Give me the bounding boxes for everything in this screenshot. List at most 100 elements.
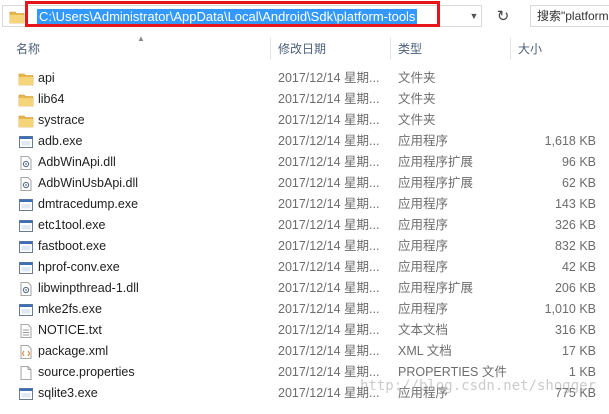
sort-ascending-icon: ▲ — [137, 34, 145, 43]
column-size[interactable]: 大小 — [518, 41, 542, 57]
file-icon — [18, 365, 34, 381]
file-name: etc1tool.exe — [38, 218, 106, 232]
file-date: 2017/12/14 星期... — [278, 176, 380, 190]
file-date: 2017/12/14 星期... — [278, 344, 380, 358]
column-divider[interactable] — [390, 38, 391, 60]
refresh-icon: ↻ — [496, 8, 510, 25]
file-row[interactable]: systrace 2017/12/14 星期... 文件夹 — [0, 110, 609, 131]
application-icon — [18, 239, 34, 255]
file-date: 2017/12/14 星期... — [278, 218, 380, 232]
application-icon — [18, 302, 34, 318]
file-row[interactable]: dmtracedump.exe 2017/12/14 星期... 应用程序 143 K… — [0, 194, 609, 215]
refresh-button[interactable]: ↻ — [492, 5, 514, 27]
file-row[interactable]: api 2017/12/14 星期... 文件夹 — [0, 68, 609, 89]
application-icon — [18, 260, 34, 276]
file-type: 文件夹 — [398, 113, 436, 127]
file-type: 应用程序扩展 — [398, 281, 474, 295]
file-name: hprof-conv.exe — [38, 260, 120, 274]
application-icon — [18, 218, 34, 234]
file-type: PROPERTIES 文件 — [398, 365, 507, 379]
file-date: 2017/12/14 星期... — [278, 281, 380, 295]
file-type: 应用程序 — [398, 302, 449, 316]
text-file-icon — [18, 323, 34, 339]
file-row[interactable]: source.properties 2017/12/14 星期... PROPERT… — [0, 362, 609, 383]
file-date: 2017/12/14 星期... — [278, 134, 380, 148]
file-name: fastboot.exe — [38, 239, 107, 253]
xml-file-icon — [18, 344, 34, 360]
file-size: 316 KB — [554, 323, 596, 337]
address-bar-row: C:\Users\Administrator\AppData\Local\And… — [0, 0, 609, 34]
file-name: api — [38, 71, 55, 85]
file-date: 2017/12/14 星期... — [278, 197, 380, 211]
file-name: adb.exe — [38, 134, 83, 148]
file-row[interactable]: lib64 2017/12/14 星期... 文件夹 — [0, 89, 609, 110]
file-type: 应用程序 — [398, 260, 449, 274]
file-date: 2017/12/14 星期... — [278, 323, 380, 337]
column-type[interactable]: 类型 — [398, 41, 422, 57]
file-size: 96 KB — [561, 155, 596, 169]
file-row[interactable]: libwinpthread-1.dll 2017/12/14 星期... 应用程序扩… — [0, 278, 609, 299]
file-row[interactable]: hprof-conv.exe 2017/12/14 星期... 应用程序 42 KB — [0, 257, 609, 278]
file-name: source.properties — [38, 365, 135, 379]
file-type: 应用程序 — [398, 239, 449, 253]
file-type: 应用程序扩展 — [398, 176, 474, 190]
file-name: package.xml — [38, 344, 109, 358]
application-icon — [18, 386, 34, 402]
file-row[interactable]: sqlite3.exe 2017/12/14 星期... 应用程序 775 KB — [0, 383, 609, 404]
file-name: AdbWinUsbApi.dll — [38, 176, 139, 190]
file-row[interactable]: AdbWinUsbApi.dll 2017/12/14 星期... 应用程序扩展 62… — [0, 173, 609, 194]
file-row[interactable]: mke2fs.exe 2017/12/14 星期... 应用程序 1,010 KB — [0, 299, 609, 320]
folder-icon — [18, 71, 34, 87]
file-date: 2017/12/14 星期... — [278, 260, 380, 274]
file-type: 文件夹 — [398, 92, 436, 106]
file-size: 326 KB — [554, 218, 596, 232]
file-name: lib64 — [38, 92, 65, 106]
file-type: 应用程序 — [398, 197, 449, 211]
dll-file-icon — [18, 176, 34, 192]
file-row[interactable]: adb.exe 2017/12/14 星期... 应用程序 1,618 KB — [0, 131, 609, 152]
file-type: XML 文档 — [398, 344, 452, 358]
file-size: 832 KB — [554, 239, 596, 253]
file-date: 2017/12/14 星期... — [278, 239, 380, 253]
file-date: 2017/12/14 星期... — [278, 365, 380, 379]
column-divider[interactable] — [510, 38, 511, 60]
search-input[interactable]: 搜索"platform — [530, 5, 609, 27]
file-type: 应用程序扩展 — [398, 155, 474, 169]
file-type: 文件夹 — [398, 71, 436, 85]
file-row[interactable]: NOTICE.txt 2017/12/14 星期... 文本文档 316 KB — [0, 320, 609, 341]
file-name: dmtracedump.exe — [38, 197, 139, 211]
folder-icon — [18, 113, 34, 129]
file-date: 2017/12/14 星期... — [278, 113, 380, 127]
file-size: 1,618 KB — [544, 134, 596, 148]
column-date[interactable]: 修改日期 — [278, 41, 326, 57]
file-row[interactable]: AdbWinApi.dll 2017/12/14 星期... 应用程序扩展 96 KB — [0, 152, 609, 173]
file-size: 1 KB — [568, 365, 596, 379]
column-divider[interactable] — [270, 38, 271, 60]
file-date: 2017/12/14 星期... — [278, 92, 380, 106]
address-dropdown-chevron-icon[interactable]: ▼ — [465, 6, 483, 26]
file-row[interactable]: fastboot.exe 2017/12/14 星期... 应用程序 832 KB — [0, 236, 609, 257]
file-list: api 2017/12/14 星期... 文件夹 lib64 2017/12/14 星期… — [0, 68, 609, 404]
application-icon — [18, 197, 34, 213]
address-path[interactable]: C:\Users\Administrator\AppData\Local\And… — [37, 9, 418, 25]
folder-icon — [18, 92, 34, 108]
file-name: AdbWinApi.dll — [38, 155, 116, 169]
file-size: 1,010 KB — [544, 302, 596, 316]
file-row[interactable]: etc1tool.exe 2017/12/14 星期... 应用程序 326 KB — [0, 215, 609, 236]
column-name[interactable]: 名称 — [16, 41, 40, 57]
application-icon — [18, 134, 34, 150]
file-type: 文本文档 — [398, 323, 449, 337]
file-size: 42 KB — [561, 260, 596, 274]
column-header: ▲ 名称 修改日期 类型 大小 — [0, 34, 609, 62]
file-date: 2017/12/14 星期... — [278, 386, 380, 400]
file-date: 2017/12/14 星期... — [278, 302, 380, 316]
file-name: sqlite3.exe — [38, 386, 98, 400]
file-name: mke2fs.exe — [38, 302, 102, 316]
file-type: 应用程序 — [398, 386, 449, 400]
file-row[interactable]: package.xml 2017/12/14 星期... XML 文档 17 KB — [0, 341, 609, 362]
address-bar[interactable]: C:\Users\Administrator\AppData\Local\And… — [2, 5, 482, 27]
dll-file-icon — [18, 281, 34, 297]
file-name: NOTICE.txt — [38, 323, 102, 337]
file-name: systrace — [38, 113, 85, 127]
file-type: 应用程序 — [398, 134, 449, 148]
